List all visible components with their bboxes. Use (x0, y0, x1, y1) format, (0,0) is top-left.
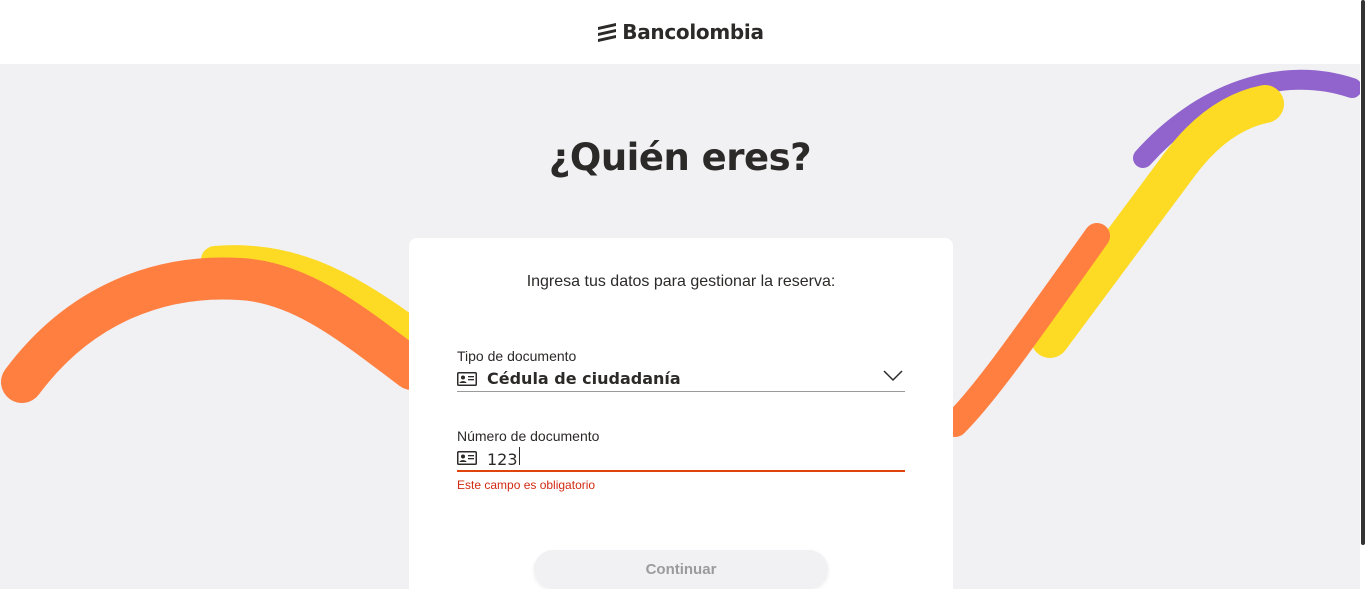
document-type-value: Cédula de ciudadanía (487, 369, 681, 388)
document-type-label: Tipo de documento (457, 348, 577, 364)
identification-card: Ingresa tus datos para gestionar la rese… (409, 238, 953, 589)
document-type-select[interactable]: Cédula de ciudadanía (457, 366, 905, 392)
brand-logo[interactable]: Bancolombia (596, 20, 764, 44)
document-number-input[interactable]: 123 (487, 447, 887, 469)
chevron-down-icon[interactable] (883, 370, 903, 382)
bancolombia-logo-icon (598, 23, 617, 42)
error-message: Este campo es obligatorio (457, 478, 596, 492)
document-number-input-row[interactable]: 123 (457, 446, 905, 472)
id-card-icon (457, 371, 477, 386)
page-title: ¿Quién eres? (548, 136, 812, 179)
document-type-field[interactable]: Tipo de documento Cédula de ciudadanía (457, 348, 905, 392)
document-number-field[interactable]: Número de documento 123 Este campo es ob… (457, 428, 905, 492)
continue-button[interactable]: Continuar (534, 550, 828, 588)
scrollbar-thumb[interactable] (1361, 0, 1365, 545)
top-bar: Bancolombia (0, 0, 1360, 64)
text-caret (518, 447, 520, 465)
form-subtitle: Ingresa tus datos para gestionar la rese… (526, 273, 836, 290)
document-number-label: Número de documento (457, 428, 600, 444)
document-number-value: 123 (487, 450, 518, 469)
id-card-icon (457, 451, 477, 465)
brand-name: Bancolombia (622, 20, 764, 44)
